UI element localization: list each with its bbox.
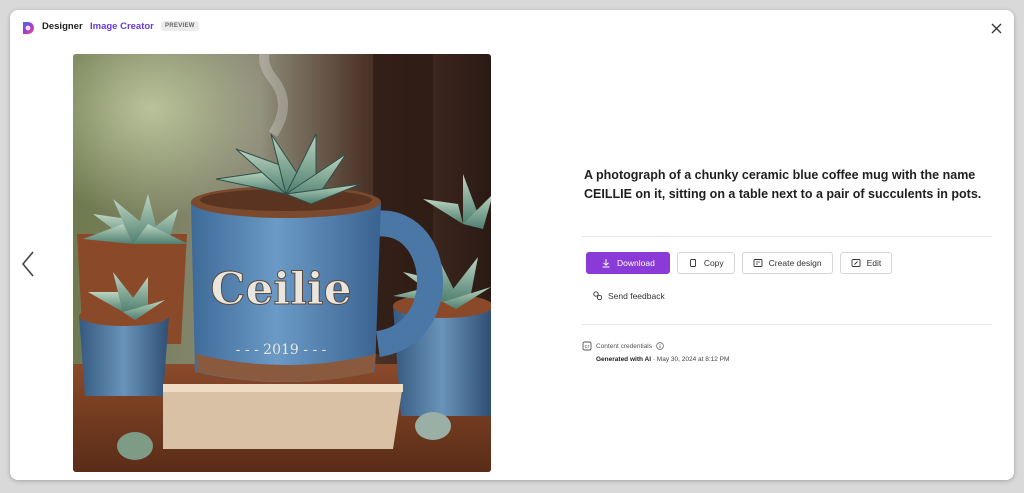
download-label: Download bbox=[617, 258, 655, 268]
info-icon[interactable] bbox=[656, 342, 664, 350]
download-button[interactable]: Download bbox=[586, 252, 670, 274]
prompt-divider bbox=[582, 236, 992, 237]
credentials-divider bbox=[582, 324, 992, 325]
image-prompt-text: A photograph of a chunky ceramic blue co… bbox=[584, 168, 982, 201]
generated-info: Generated with AI · May 30, 2024 at 8:12… bbox=[596, 356, 729, 363]
content-credentials-row: cr Content credentials bbox=[582, 341, 729, 351]
copy-icon bbox=[689, 259, 696, 267]
generated-image-art: Ceilie - - - 2019 - - - bbox=[73, 54, 491, 472]
brand-name: Designer bbox=[42, 21, 83, 32]
mug-name-text: Ceilie bbox=[210, 264, 351, 315]
close-button[interactable] bbox=[986, 18, 1006, 38]
titlebar: Designer Image Creator PREVIEW bbox=[10, 10, 1014, 46]
download-icon bbox=[602, 259, 610, 268]
edit-icon bbox=[851, 259, 861, 267]
content-credentials-label: Content credentials bbox=[596, 342, 653, 350]
preview-badge: PREVIEW bbox=[161, 21, 199, 31]
previous-image-button[interactable] bbox=[16, 248, 40, 280]
generated-image[interactable]: Ceilie - - - 2019 - - - bbox=[73, 54, 491, 472]
edit-label: Edit bbox=[866, 258, 882, 268]
product-name: Image Creator bbox=[90, 21, 154, 32]
close-icon bbox=[991, 23, 1001, 33]
action-buttons: Download Copy Create design Edit bbox=[586, 252, 893, 274]
generated-date: · May 30, 2024 at 8:12 PM bbox=[651, 356, 730, 363]
chevron-left-icon bbox=[21, 251, 34, 277]
create-design-button[interactable]: Create design bbox=[741, 252, 833, 274]
content-credentials: cr Content credentials Generated with AI… bbox=[582, 341, 729, 363]
send-feedback-link[interactable]: Send feedback bbox=[592, 290, 665, 301]
svg-text:cr: cr bbox=[585, 344, 591, 350]
create-design-label: Create design bbox=[768, 258, 822, 268]
image-viewer-window: Designer Image Creator PREVIEW Ceilie - … bbox=[10, 10, 1014, 480]
app-logo-icon bbox=[23, 22, 34, 34]
copy-label: Copy bbox=[703, 258, 724, 268]
mug-year-text: - - - 2019 - - - bbox=[236, 342, 327, 358]
copy-button[interactable]: Copy bbox=[676, 252, 735, 274]
edit-button[interactable]: Edit bbox=[839, 252, 893, 274]
send-feedback-label: Send feedback bbox=[608, 290, 665, 301]
generated-with-ai-label: Generated with AI bbox=[596, 356, 652, 363]
create-design-icon bbox=[753, 259, 763, 267]
content-credentials-icon: cr bbox=[582, 341, 592, 351]
feedback-icon bbox=[593, 291, 603, 301]
